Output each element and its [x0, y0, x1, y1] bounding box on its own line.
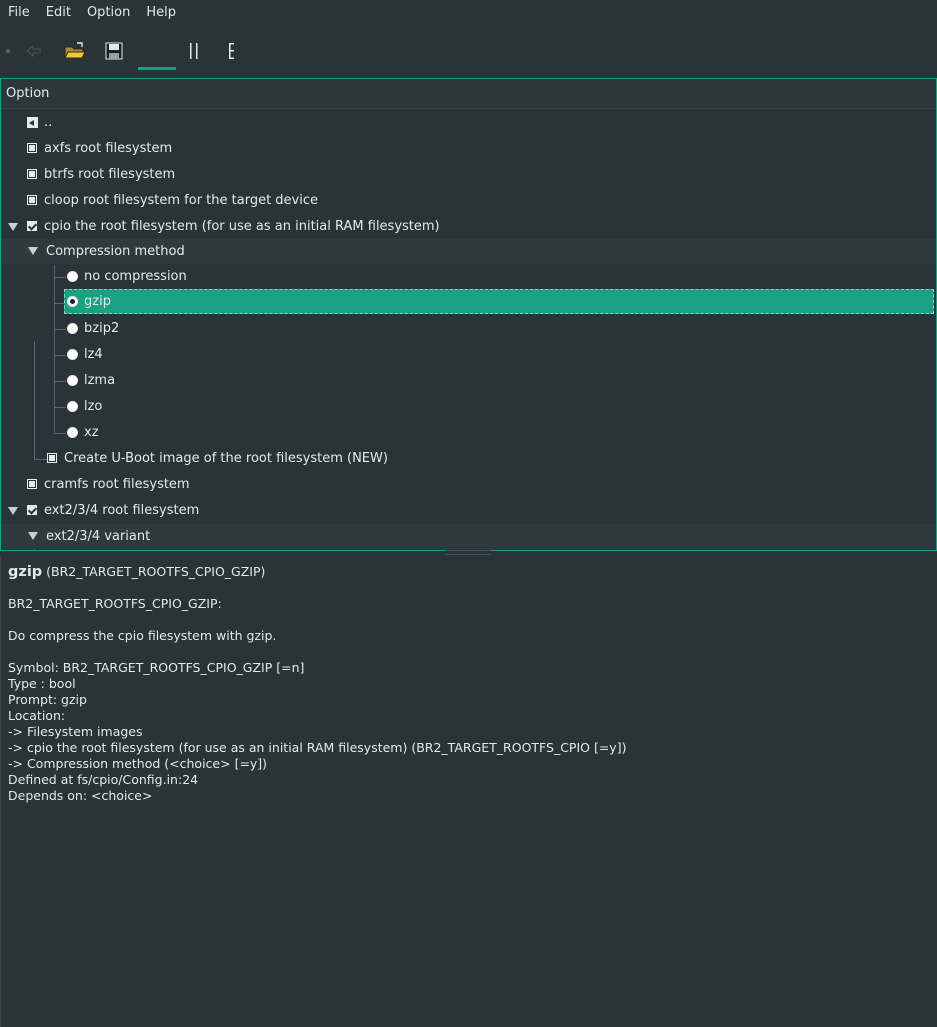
row-label: lz4 — [84, 347, 103, 362]
radio-button[interactable] — [67, 323, 78, 334]
menu-file[interactable]: File — [0, 0, 38, 26]
tree-row-cramfs[interactable]: cramfs root filesystem — [1, 472, 936, 498]
checkbox[interactable] — [27, 221, 37, 231]
row-label: lzo — [84, 399, 103, 414]
row-label: ext2/3/4 root filesystem — [44, 503, 200, 518]
info-symbol-heading: BR2_TARGET_ROOTFS_CPIO_GZIP: — [8, 596, 222, 611]
menu-help[interactable]: Help — [138, 0, 184, 26]
checkbox[interactable] — [27, 195, 37, 205]
expand-arrow-icon[interactable] — [8, 507, 18, 515]
panel-splitter-handle[interactable] — [445, 550, 491, 555]
row-label: cloop root filesystem for the target dev… — [44, 193, 319, 208]
open-folder-icon[interactable] — [58, 34, 92, 68]
info-detail-line: -> Filesystem images — [8, 724, 143, 739]
info-detail-line: Defined at fs/cpio/Config.in:24 — [8, 772, 199, 787]
radio-button[interactable] — [67, 296, 78, 307]
tree-row-btrfs[interactable]: btrfs root filesystem — [1, 162, 936, 188]
info-detail-line: -> Compression method (<choice> [=y]) — [8, 756, 268, 771]
tree-row-axfs[interactable]: axfs root filesystem — [1, 136, 936, 162]
back-icon — [27, 117, 38, 128]
help-info-panel: gzip (BR2_TARGET_ROOTFS_CPIO_GZIP) BR2_T… — [0, 556, 937, 1027]
row-label: axfs root filesystem — [44, 141, 173, 156]
row-label: btrfs root filesystem — [44, 167, 176, 182]
expand-arrow-icon[interactable] — [28, 247, 38, 255]
row-label: cramfs root filesystem — [44, 477, 190, 492]
tree-row-gzip[interactable]: gzip — [1, 289, 936, 315]
expand-arrow-icon[interactable] — [28, 532, 38, 540]
active-view-indicator — [138, 67, 176, 70]
radio-button[interactable] — [67, 375, 78, 386]
menu-option[interactable]: Option — [79, 0, 138, 26]
checkbox[interactable] — [47, 453, 57, 463]
row-label: .. — [44, 115, 53, 130]
checkbox[interactable] — [27, 143, 37, 153]
menu-edit[interactable]: Edit — [38, 0, 79, 26]
radio-button[interactable] — [67, 349, 78, 360]
row-label: lzma — [84, 373, 116, 388]
expand-arrow-icon[interactable] — [8, 223, 18, 231]
row-label: Compression method — [46, 244, 185, 259]
row-label: ext2/3/4 variant — [46, 529, 151, 544]
info-title-symbol: (BR2_TARGET_ROOTFS_CPIO_GZIP) — [42, 564, 266, 579]
tree-row-parent[interactable]: .. — [1, 110, 936, 136]
row-label: gzip — [84, 294, 111, 309]
radio-button[interactable] — [67, 401, 78, 412]
info-detail-line: Depends on: <choice> — [8, 788, 153, 803]
radio-button[interactable] — [67, 271, 78, 282]
tree-row-bzip2[interactable]: bzip2 — [1, 316, 936, 342]
tree-row-lz4[interactable]: lz4 — [1, 342, 936, 368]
info-detail-line: Symbol: BR2_TARGET_ROOTFS_CPIO_GZIP [=n] — [8, 660, 305, 675]
split-view-icon[interactable] — [177, 34, 211, 68]
tree-row-lzo[interactable]: lzo — [1, 394, 936, 420]
info-title: gzip (BR2_TARGET_ROOTFS_CPIO_GZIP) — [8, 564, 930, 580]
row-label: xz — [84, 425, 99, 440]
checkbox[interactable] — [27, 505, 37, 515]
menu-bar: File Edit Option Help — [0, 0, 937, 26]
radio-button[interactable] — [67, 427, 78, 438]
toolbar-handle-icon — [6, 49, 10, 53]
tree-header-option[interactable]: Option — [1, 79, 936, 109]
tree-row-compression-method[interactable]: Compression method — [1, 239, 936, 264]
checkbox[interactable] — [27, 479, 37, 489]
info-title-name: gzip — [8, 564, 43, 580]
info-help-text: Do compress the cpio filesystem with gzi… — [8, 628, 277, 643]
row-label: no compression — [84, 269, 187, 284]
option-tree[interactable]: Option .. axfs root filesystem btrfs roo… — [0, 78, 937, 551]
info-detail-line: Location: — [8, 708, 66, 723]
tree-row-ext234-variant[interactable]: ext2/3/4 variant — [1, 524, 936, 549]
tree-row-ext234[interactable]: ext2/3/4 root filesystem — [1, 498, 936, 524]
checkbox[interactable] — [27, 169, 37, 179]
tree-row-uboot-image[interactable]: Create U-Boot image of the root filesyst… — [1, 446, 936, 472]
full-tree-view-icon[interactable] — [215, 34, 249, 68]
save-icon[interactable] — [97, 34, 131, 68]
tree-row-lzma[interactable]: lzma — [1, 368, 936, 394]
tree-row-xz[interactable]: xz — [1, 420, 936, 446]
single-view-icon[interactable] — [140, 34, 174, 68]
toolbar — [0, 28, 937, 74]
tree-row-no-compression[interactable]: no compression — [1, 264, 936, 290]
tree-row-cloop[interactable]: cloop root filesystem for the target dev… — [1, 188, 936, 214]
info-detail-line: -> cpio the root filesystem (for use as … — [8, 740, 627, 755]
row-label: cpio the root filesystem (for use as an … — [44, 219, 440, 234]
row-label: bzip2 — [84, 321, 120, 336]
row-label: Create U-Boot image of the root filesyst… — [64, 451, 388, 466]
info-detail-line: Type : bool — [8, 676, 76, 691]
tree-row-cpio[interactable]: cpio the root filesystem (for use as an … — [1, 214, 936, 240]
back-icon[interactable] — [17, 34, 51, 68]
info-detail-line: Prompt: gzip — [8, 692, 87, 707]
